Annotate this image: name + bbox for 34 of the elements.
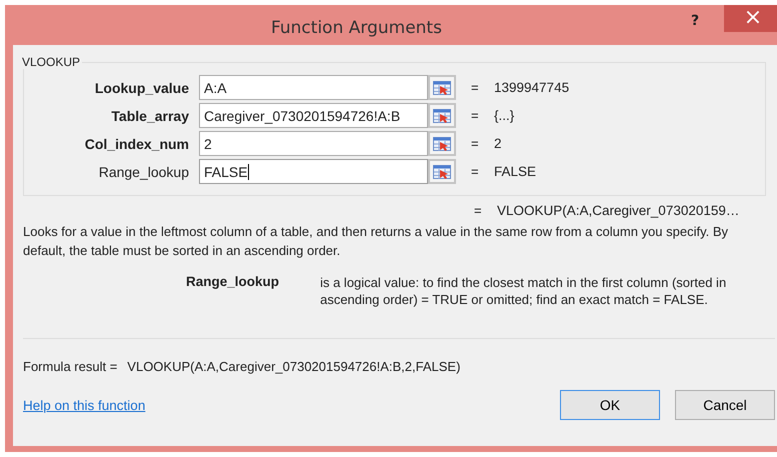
argument-label: Table_array [110, 108, 190, 124]
input-field[interactable]: 2 [199, 131, 428, 156]
argument-result: 2 [494, 136, 502, 151]
equals-sign: = [471, 80, 480, 95]
dialog-button[interactable]: OK [560, 390, 660, 420]
argument-label: Range_lookup [98, 164, 190, 180]
close-button[interactable]: × [724, 5, 777, 32]
equals-sign: = [471, 108, 480, 123]
range-select-button[interactable] [428, 159, 456, 184]
argument-result: {...} [494, 108, 514, 123]
argument-result: 1399947745 [494, 80, 570, 95]
group-title: VLOOKUP [21, 55, 82, 69]
help-link[interactable]: Help on this function [23, 398, 146, 412]
input-field[interactable]: FALSE [199, 159, 428, 184]
range-select-button[interactable] [428, 103, 456, 128]
argument-description: is a logical value: to find the closest match in the first column (sorted in ascending order) = TRUE or omitted; find an exact match = FALSE. [320, 274, 728, 308]
function-result: VLOOKUP(A:A,Caregiver_073020159… [497, 203, 740, 218]
formula-result-value: VLOOKUP(A:A,Caregiver_0730201594726!A:B,2,FALSE) [127, 359, 460, 374]
dialog-button[interactable]: Cancel [675, 390, 775, 420]
argument-name: Range_lookup [186, 274, 280, 291]
equals-sign: = [471, 136, 480, 151]
argument-result: FALSE [494, 164, 536, 179]
function-description: Looks for a value in the leftmost column of a table, and then returns a value in the same row from a column you specify. By default, the table must be sorted in an ascending order. [23, 223, 730, 260]
formula-result-label: Formula result = [23, 359, 118, 374]
input-field[interactable]: A:A [199, 75, 428, 100]
range-select-button[interactable] [428, 75, 456, 100]
help-button[interactable]: ? [680, 13, 710, 29]
argument-label: Lookup_value [94, 80, 190, 96]
range-select-button[interactable] [428, 131, 456, 156]
argument-label: Col_index_num [84, 136, 190, 152]
equals-sign: = [474, 203, 483, 218]
equals-sign: = [471, 164, 480, 179]
input-field[interactable]: Caregiver_0730201594726!A:B [199, 103, 428, 128]
window-title: Function Arguments [270, 18, 443, 38]
